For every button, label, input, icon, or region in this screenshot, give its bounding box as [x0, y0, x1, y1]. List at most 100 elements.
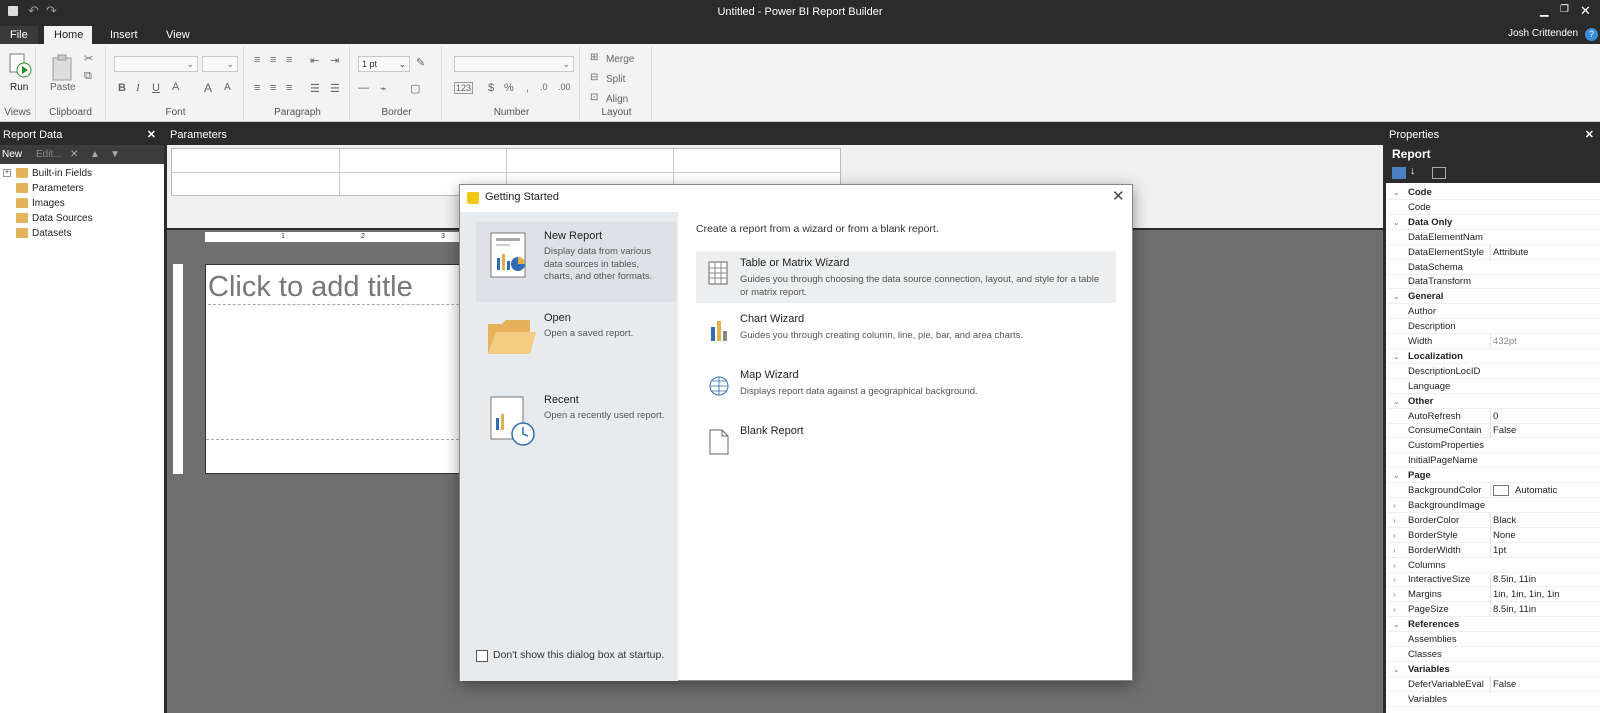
align-right-icon[interactable]: ≡: [286, 82, 292, 94]
property-value[interactable]: 8.5in, 11in: [1490, 602, 1598, 618]
tab-file[interactable]: File: [0, 26, 38, 44]
dont-show-checkbox[interactable]: [476, 650, 488, 662]
alphabetical-icon[interactable]: ↓: [1410, 165, 1416, 177]
grow-font-icon[interactable]: A: [204, 81, 212, 95]
edit-button[interactable]: Edit...: [36, 145, 62, 164]
property-value[interactable]: 0: [1490, 408, 1598, 424]
tree-item-datasets[interactable]: Datasets: [0, 226, 160, 241]
restore-icon[interactable]: ❐: [1560, 4, 1569, 15]
property-row[interactable]: › BorderStyle None: [1386, 527, 1600, 543]
expand-icon[interactable]: ›: [1393, 528, 1396, 543]
property-row[interactable]: › Columns: [1386, 558, 1600, 573]
align-middle-icon[interactable]: ≡: [270, 54, 276, 66]
property-value[interactable]: None: [1490, 527, 1598, 543]
new-button[interactable]: New: [2, 145, 22, 164]
collapse-icon[interactable]: ⌄: [1393, 289, 1400, 304]
property-value[interactable]: Automatic: [1490, 483, 1598, 498]
percent-icon[interactable]: %: [504, 82, 514, 94]
tree-item-parameters[interactable]: Parameters: [0, 181, 160, 196]
property-row[interactable]: AutoRefresh 0: [1386, 408, 1600, 424]
property-category[interactable]: ⌄ Page: [1386, 468, 1600, 484]
number-format-select[interactable]: ⌄: [454, 56, 574, 72]
property-row[interactable]: CustomProperties: [1386, 438, 1600, 454]
help-icon[interactable]: ?: [1585, 28, 1598, 41]
property-row[interactable]: › PageSize 8.5in, 11in: [1386, 602, 1600, 618]
expand-icon[interactable]: +: [3, 169, 11, 177]
property-row[interactable]: Assemblies: [1386, 632, 1600, 647]
collapse-icon[interactable]: ⌄: [1393, 468, 1400, 483]
font-size-select[interactable]: ⌄: [202, 56, 238, 72]
bold-icon[interactable]: B: [118, 82, 126, 94]
property-value[interactable]: 1in, 1in, 1in, 1in: [1490, 587, 1598, 603]
currency-icon[interactable]: $: [488, 82, 494, 94]
property-row[interactable]: Description: [1386, 319, 1600, 335]
bullets-icon[interactable]: ☰: [310, 82, 320, 95]
dialog-close-icon[interactable]: ✕: [1112, 187, 1125, 205]
collapse-icon[interactable]: ⌄: [1393, 617, 1400, 632]
nav-new-report[interactable]: New Report Display data from various dat…: [476, 222, 676, 302]
minimize-icon[interactable]: ▁: [1540, 4, 1548, 17]
collapse-icon[interactable]: ⌄: [1393, 394, 1400, 409]
tree-item-data-sources[interactable]: Data Sources: [0, 211, 160, 226]
tab-insert[interactable]: Insert: [100, 26, 148, 44]
align-top-icon[interactable]: ≡: [254, 54, 260, 66]
property-value[interactable]: Attribute: [1490, 244, 1598, 260]
property-value[interactable]: 1pt: [1490, 542, 1598, 558]
border-size-select[interactable]: 1 pt ⌄: [358, 56, 410, 72]
close-pane-icon[interactable]: ✕: [1585, 126, 1594, 145]
align-center-icon[interactable]: ≡: [270, 82, 276, 94]
property-row[interactable]: Code: [1386, 200, 1600, 215]
align-button[interactable]: Align: [606, 94, 628, 105]
tree-item-images[interactable]: Images: [0, 196, 160, 211]
italic-icon[interactable]: I: [136, 82, 140, 94]
shrink-font-icon[interactable]: A: [224, 82, 231, 93]
property-category[interactable]: ⌄ References: [1386, 617, 1600, 633]
align-bottom-icon[interactable]: ≡: [286, 54, 292, 66]
property-row[interactable]: DataTransform: [1386, 274, 1600, 290]
property-row[interactable]: › Margins 1in, 1in, 1in, 1in: [1386, 587, 1600, 603]
property-row[interactable]: Width 432pt: [1386, 334, 1600, 349]
nav-recent[interactable]: Recent Open a recently used report.: [476, 386, 676, 466]
align-left-icon[interactable]: ≡: [254, 82, 260, 94]
property-row[interactable]: DataElementStyle Attribute: [1386, 244, 1600, 260]
expand-icon[interactable]: ›: [1393, 498, 1396, 513]
border-style-icon[interactable]: —: [358, 82, 369, 94]
property-row[interactable]: InitialPageName: [1386, 453, 1600, 469]
decrease-decimal-icon[interactable]: .00: [558, 82, 571, 92]
cut-icon[interactable]: ✂: [84, 52, 93, 65]
expand-icon[interactable]: ›: [1393, 558, 1396, 573]
tree-item-built-in-fields[interactable]: + Built-in Fields: [0, 166, 160, 181]
nav-open[interactable]: Open Open a saved report.: [476, 304, 676, 384]
property-category[interactable]: ⌄ Other: [1386, 393, 1600, 409]
collapse-icon[interactable]: ⌄: [1393, 349, 1400, 364]
property-row[interactable]: Variables: [1386, 692, 1600, 707]
property-row[interactable]: › BorderWidth 1pt: [1386, 542, 1600, 558]
property-category[interactable]: ⌄ General: [1386, 289, 1600, 305]
collapse-icon[interactable]: ⌄: [1393, 215, 1400, 230]
paste-button[interactable]: Paste: [50, 82, 76, 93]
property-row[interactable]: › BackgroundImage: [1386, 498, 1600, 513]
copy-icon[interactable]: ⧉: [84, 70, 92, 83]
property-row[interactable]: ConsumeContain False: [1386, 423, 1600, 439]
run-button[interactable]: Run: [10, 82, 28, 93]
merge-button[interactable]: Merge: [606, 54, 634, 65]
line-style-icon[interactable]: ⌁: [380, 82, 387, 95]
property-row[interactable]: DescriptionLocID: [1386, 364, 1600, 379]
property-row[interactable]: Classes: [1386, 647, 1600, 662]
borders-icon[interactable]: ▢: [410, 82, 420, 95]
delete-icon[interactable]: ✕: [70, 145, 78, 164]
property-row[interactable]: › BorderColor Black: [1386, 512, 1600, 528]
option-chart-wizard[interactable]: Chart Wizard Guides you through creating…: [696, 307, 1116, 359]
increase-decimal-icon[interactable]: .0: [540, 82, 548, 92]
font-color-icon[interactable]: A: [172, 81, 179, 93]
numbering-icon[interactable]: ☰: [330, 82, 340, 95]
property-row[interactable]: Author: [1386, 304, 1600, 320]
tab-home[interactable]: Home: [44, 26, 92, 44]
property-value[interactable]: 432pt: [1490, 334, 1598, 349]
property-row[interactable]: DataSchema: [1386, 260, 1600, 275]
collapse-icon[interactable]: ⌄: [1393, 662, 1400, 677]
property-category[interactable]: ⌄ Variables: [1386, 661, 1600, 677]
property-value[interactable]: 8.5in, 11in: [1490, 572, 1598, 588]
expand-icon[interactable]: ›: [1393, 602, 1396, 617]
move-down-icon[interactable]: ▼: [110, 145, 120, 164]
